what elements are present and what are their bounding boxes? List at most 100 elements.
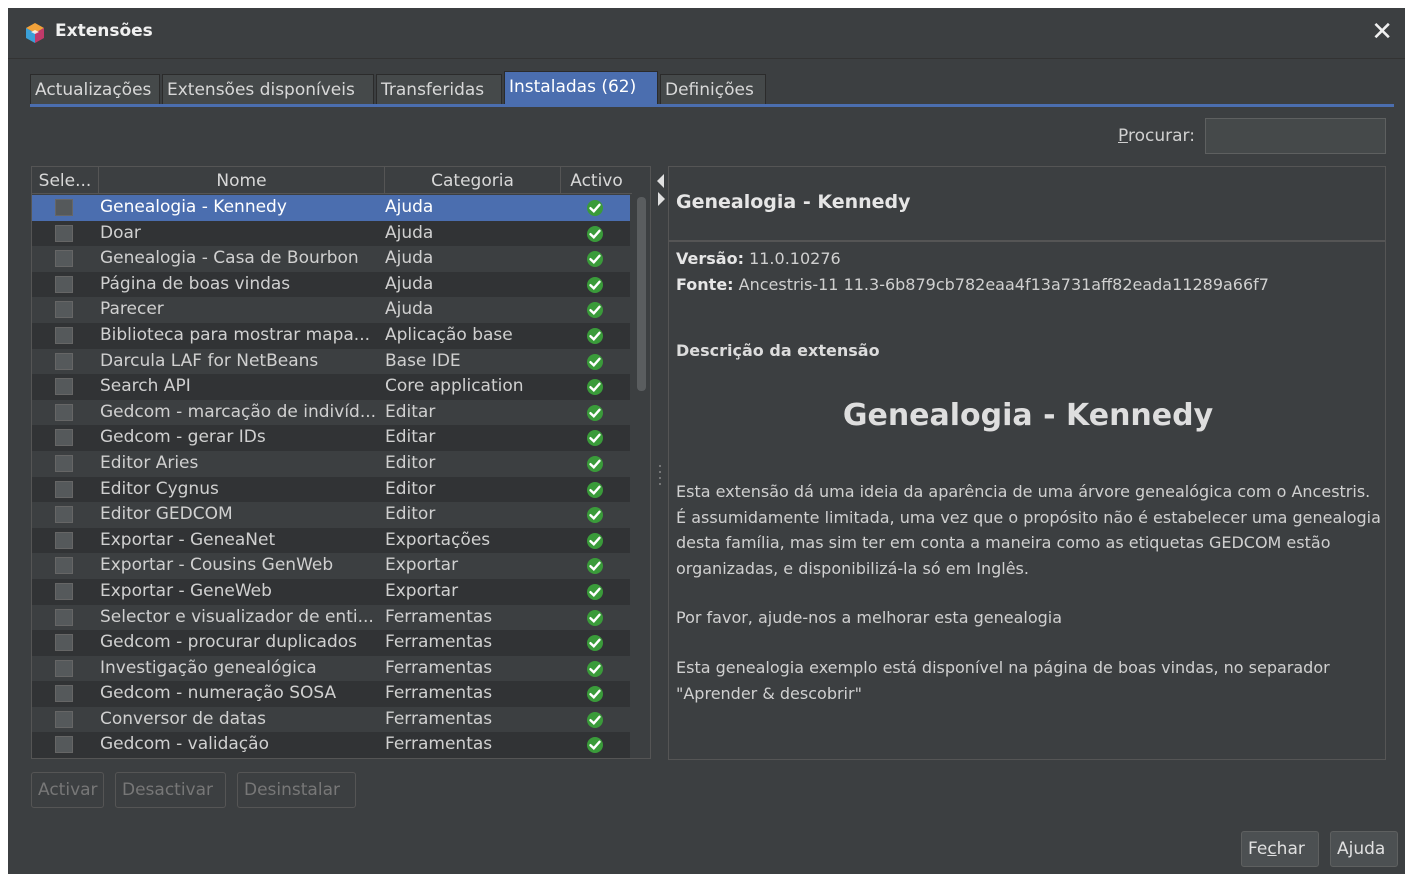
- description-title: Genealogia - Kennedy: [842, 398, 1214, 433]
- table-row[interactable]: Parecer Ajuda: [32, 297, 630, 323]
- table-row[interactable]: Gedcom - numeração SOSA Ferramentas: [32, 681, 630, 707]
- column-header-category[interactable]: Categoria: [385, 167, 561, 193]
- extension-name: Exportar - Cousins GenWeb: [100, 555, 334, 576]
- extension-name: Genealogia - Casa de Bourbon: [100, 248, 359, 269]
- uninstall-button[interactable]: Desinstalar: [237, 772, 356, 808]
- select-checkbox[interactable]: [55, 250, 73, 268]
- extension-name: Editor GEDCOM: [100, 504, 233, 525]
- extension-name: Biblioteca para mostrar mapa...: [100, 324, 371, 345]
- select-checkbox[interactable]: [55, 659, 73, 677]
- close-button[interactable]: Fechar: [1241, 831, 1319, 867]
- select-checkbox[interactable]: [55, 275, 73, 293]
- splitter-grip-icon[interactable]: [658, 463, 662, 487]
- table-row[interactable]: Genealogia - Kennedy Ajuda: [32, 195, 630, 221]
- table-row[interactable]: Exportar - GeneWeb Exportar: [32, 578, 630, 605]
- table-row[interactable]: Genealogia - Casa de Bourbon Ajuda: [32, 246, 630, 272]
- extension-category: Ferramentas: [385, 632, 493, 653]
- table-row[interactable]: Gedcom - validação Ferramentas: [32, 732, 630, 758]
- table-row[interactable]: Search API Core application: [32, 374, 630, 400]
- activate-button[interactable]: Activar: [31, 772, 104, 808]
- active-check-icon: [587, 225, 603, 242]
- select-checkbox[interactable]: [55, 634, 73, 652]
- active-check-icon: [587, 404, 603, 421]
- scrollbar-thumb[interactable]: [637, 197, 646, 391]
- tab-instaladas[interactable]: Instaladas (62): [504, 71, 658, 104]
- extension-name: Gedcom - validação: [100, 734, 269, 755]
- table-row[interactable]: Biblioteca para mostrar mapa... Aplicação…: [32, 322, 630, 349]
- table-row[interactable]: Gedcom - marcação de indivíd... Editar: [32, 400, 630, 426]
- select-checkbox[interactable]: [55, 710, 73, 728]
- column-header-name[interactable]: Nome: [99, 167, 385, 193]
- extension-name: Gedcom - marcação de indivíd...: [100, 401, 377, 422]
- tab-transferidas[interactable]: Transferidas: [376, 74, 502, 104]
- table-row[interactable]: Página de boas vindas Ajuda: [32, 271, 630, 298]
- active-check-icon: [587, 635, 603, 652]
- table-row[interactable]: Gedcom - gerar IDs Editar: [32, 425, 630, 451]
- table-row[interactable]: Exportar - Cousins GenWeb Exportar: [32, 553, 630, 579]
- table-row[interactable]: Editor Aries Editor: [32, 451, 630, 477]
- cube-icon: [26, 23, 44, 43]
- extension-category: Editor: [385, 452, 436, 473]
- extension-name: Gedcom - numeração SOSA: [100, 683, 337, 704]
- help-button[interactable]: Ajuda: [1330, 831, 1398, 867]
- description-paragraph: Esta extensão dá uma ideia da aparência …: [676, 482, 1381, 578]
- select-checkbox[interactable]: [55, 608, 73, 626]
- active-check-icon: [587, 686, 603, 703]
- version-value: 11.0.10276: [749, 249, 841, 268]
- extensions-table: Sele... Nome Categoria Activo Genealogia…: [31, 166, 651, 759]
- select-checkbox[interactable]: [55, 378, 73, 396]
- tab-actualizacoes[interactable]: Actualizações: [30, 74, 160, 104]
- select-checkbox[interactable]: [55, 685, 73, 703]
- table-row[interactable]: Exportar - GeneaNet Exportações: [32, 527, 630, 554]
- table-row[interactable]: Doar Ajuda: [32, 220, 630, 247]
- table-row[interactable]: Conversor de datas Ferramentas: [32, 707, 630, 733]
- select-checkbox[interactable]: [55, 224, 73, 242]
- search-input[interactable]: [1205, 118, 1386, 154]
- select-checkbox[interactable]: [55, 429, 73, 447]
- table-row[interactable]: Gedcom - procurar duplicados Ferramentas: [32, 630, 630, 656]
- select-checkbox[interactable]: [55, 506, 73, 524]
- table-row[interactable]: Selector e visualizador de enti... Ferram…: [32, 605, 630, 631]
- select-checkbox[interactable]: [55, 454, 73, 472]
- extension-name: Editor Cygnus: [100, 478, 219, 499]
- active-check-icon: [587, 200, 603, 216]
- select-checkbox[interactable]: [55, 531, 73, 549]
- table-row[interactable]: Editor Cygnus Editor: [32, 476, 630, 503]
- tab-extensoes-disponiveis[interactable]: Extensões disponíveis: [162, 74, 374, 104]
- select-checkbox[interactable]: [55, 736, 73, 754]
- version-label: Versão:: [676, 249, 744, 268]
- deactivate-button[interactable]: Desactivar: [115, 772, 226, 808]
- close-icon[interactable]: ✕: [1371, 17, 1393, 47]
- table-row[interactable]: Investigação genealógica Ferramentas: [32, 656, 630, 682]
- extension-name: Página de boas vindas: [100, 273, 291, 294]
- extension-category: Ajuda: [385, 222, 434, 243]
- column-header-active[interactable]: Activo: [561, 167, 632, 193]
- splitter-arrows-icon[interactable]: [655, 170, 667, 210]
- extension-detail-panel: Genealogia - Kennedy Versão: 11.0.10276 …: [668, 166, 1386, 760]
- active-check-icon: [587, 558, 603, 575]
- select-checkbox[interactable]: [55, 480, 73, 498]
- active-check-icon: [587, 327, 603, 344]
- select-checkbox[interactable]: [55, 352, 73, 370]
- tab-definicoes[interactable]: Definições: [660, 74, 766, 104]
- active-check-icon: [587, 276, 603, 293]
- extension-category: Editar: [385, 401, 436, 422]
- extension-category: Ferramentas: [385, 708, 493, 729]
- detail-title: Genealogia - Kennedy: [676, 191, 911, 213]
- table-row[interactable]: Darcula LAF for NetBeans Base IDE: [32, 349, 630, 375]
- vertical-scrollbar[interactable]: [635, 195, 648, 757]
- extension-name: Darcula LAF for NetBeans: [100, 350, 319, 371]
- select-checkbox[interactable]: [55, 326, 73, 344]
- select-checkbox[interactable]: [55, 582, 73, 600]
- extension-category: Ferramentas: [385, 734, 493, 755]
- active-check-icon: [587, 660, 603, 677]
- select-checkbox[interactable]: [55, 403, 73, 421]
- select-checkbox[interactable]: [55, 557, 73, 575]
- select-checkbox[interactable]: [55, 199, 73, 216]
- extension-name: Doar: [100, 222, 141, 243]
- column-header-select[interactable]: Sele...: [32, 167, 99, 193]
- source-label: Fonte:: [676, 275, 734, 294]
- select-checkbox[interactable]: [55, 301, 73, 319]
- active-check-icon: [587, 251, 603, 268]
- table-row[interactable]: Editor GEDCOM Editor: [32, 502, 630, 528]
